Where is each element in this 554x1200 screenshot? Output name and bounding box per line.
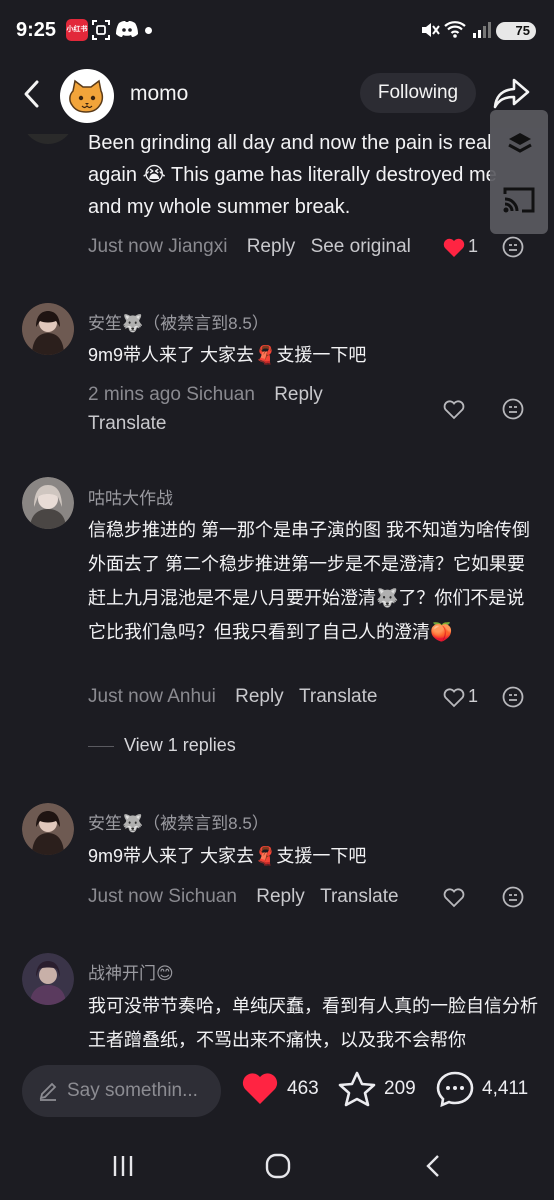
emoji-reaction-icon[interactable]	[502, 236, 524, 258]
comment-text: 9m9带人来了 大家去🧣支援一下吧	[88, 846, 367, 866]
cat-face-icon	[69, 79, 104, 113]
commenter-avatar[interactable]	[22, 803, 74, 855]
comment-text: Been grinding all day and now the pain i…	[88, 132, 497, 218]
wifi-icon	[444, 21, 466, 38]
comment-location: Sichuan	[186, 384, 255, 405]
emoji-reaction-icon[interactable]	[502, 398, 524, 420]
status-bar: 9:25 小红书 75	[0, 0, 554, 62]
battery-indicator: 75	[496, 22, 536, 40]
comment-username[interactable]: 安笙🐺（被禁言到8.5）	[88, 809, 269, 834]
heart-outline-icon[interactable]	[442, 886, 466, 908]
avatar-image	[22, 803, 74, 855]
favorites-count: 209	[384, 1078, 416, 1099]
screenshot-icon	[92, 20, 110, 40]
star-icon[interactable]	[337, 1070, 377, 1108]
like-count: 1	[468, 236, 479, 256]
comment-text: 9m9带人来了 大家去🧣支援一下吧	[88, 345, 367, 365]
avatar-image	[22, 953, 74, 1005]
commenter-avatar[interactable]	[22, 303, 74, 355]
avatar-image	[22, 303, 74, 355]
layers-icon[interactable]	[506, 130, 534, 158]
translate-button[interactable]: Translate	[299, 686, 378, 707]
comment-input-placeholder: Say somethin...	[67, 1080, 198, 1101]
author-avatar[interactable]	[60, 69, 114, 123]
heart-filled-icon[interactable]	[442, 236, 466, 258]
pencil-icon	[39, 1082, 57, 1101]
comment-bubble-icon[interactable]	[435, 1070, 475, 1108]
view-replies-button[interactable]: View 1 replies	[124, 735, 236, 756]
comment-time: Just now	[88, 236, 163, 257]
avatar-image	[22, 477, 74, 529]
comment-location: Jiangxi	[168, 236, 228, 257]
like-count: 1	[468, 686, 479, 706]
comment-location: Sichuan	[168, 886, 237, 907]
mute-icon	[422, 23, 440, 37]
system-nav-bar	[0, 1132, 554, 1200]
comment-meta: 2 mins ago Sichuan Reply	[88, 384, 323, 406]
comment-meta: Just now Sichuan Reply Translate	[88, 886, 399, 908]
back-arrow-icon[interactable]	[18, 78, 48, 110]
replies-divider	[88, 746, 114, 747]
comment-username[interactable]: 安笙🐺（被禁言到8.5）	[88, 309, 269, 334]
reply-button[interactable]: Reply	[274, 384, 323, 405]
post-header: momo Following	[0, 62, 554, 134]
cast-icon[interactable]	[502, 185, 536, 215]
commenter-avatar[interactable]	[22, 953, 74, 1005]
see-original-button[interactable]: See original	[311, 236, 411, 257]
heart-outline-icon[interactable]	[442, 686, 466, 708]
comment-username[interactable]: 战神开门😊	[88, 959, 174, 984]
translate-button[interactable]: Translate	[88, 413, 167, 435]
emoji-reaction-icon[interactable]	[502, 686, 524, 708]
reply-button[interactable]: Reply	[247, 236, 296, 257]
comment-text: 信稳步推进的 第一那个是串子演的图 我不知道为啥传倒外面去了 第二个稳步推进第一…	[88, 520, 530, 642]
share-icon[interactable]	[492, 76, 532, 112]
commenter-avatar[interactable]	[22, 477, 74, 529]
comment-username[interactable]: 咕咕大作战	[88, 484, 173, 509]
comment-meta: Just now Jiangxi Reply See original	[88, 236, 411, 258]
emoji-reaction-icon[interactable]	[502, 886, 524, 908]
heart-outline-icon[interactable]	[442, 398, 466, 420]
comment-location: Anhui	[167, 686, 216, 707]
reply-button[interactable]: Reply	[235, 686, 284, 707]
floating-tools-panel[interactable]	[490, 110, 548, 234]
recent-apps-icon[interactable]	[109, 1152, 137, 1180]
comment-time: Just now	[88, 686, 163, 707]
nav-back-icon[interactable]	[420, 1152, 448, 1180]
comment-input[interactable]: Say somethin...	[22, 1065, 221, 1117]
signal-icon	[473, 22, 491, 38]
reply-button[interactable]: Reply	[256, 886, 305, 907]
home-icon[interactable]	[264, 1152, 292, 1180]
comment-time: Just now	[88, 886, 163, 907]
xiaohongshu-app-icon: 小红书	[66, 19, 88, 41]
notification-dot	[145, 27, 152, 34]
bottom-action-bar: Say somethin... 463 209 4,411	[0, 1050, 554, 1132]
comment-time: 2 mins ago	[88, 384, 181, 405]
comment-text: 我可没带节奏哈，单纯厌蠢，看到有人真的一脸自信分析王者蹭叠纸，不骂出来不痛快，以…	[88, 996, 538, 1050]
comment-meta: Just now Anhui Reply Translate	[88, 686, 377, 708]
likes-count: 463	[287, 1078, 319, 1099]
following-button[interactable]: Following	[360, 73, 476, 113]
status-time: 9:25	[16, 19, 57, 41]
discord-icon	[116, 21, 138, 37]
comments-count: 4,411	[482, 1078, 529, 1099]
heart-filled-icon[interactable]	[240, 1070, 280, 1106]
translate-button[interactable]: Translate	[320, 886, 399, 907]
author-name[interactable]: momo	[130, 82, 188, 106]
